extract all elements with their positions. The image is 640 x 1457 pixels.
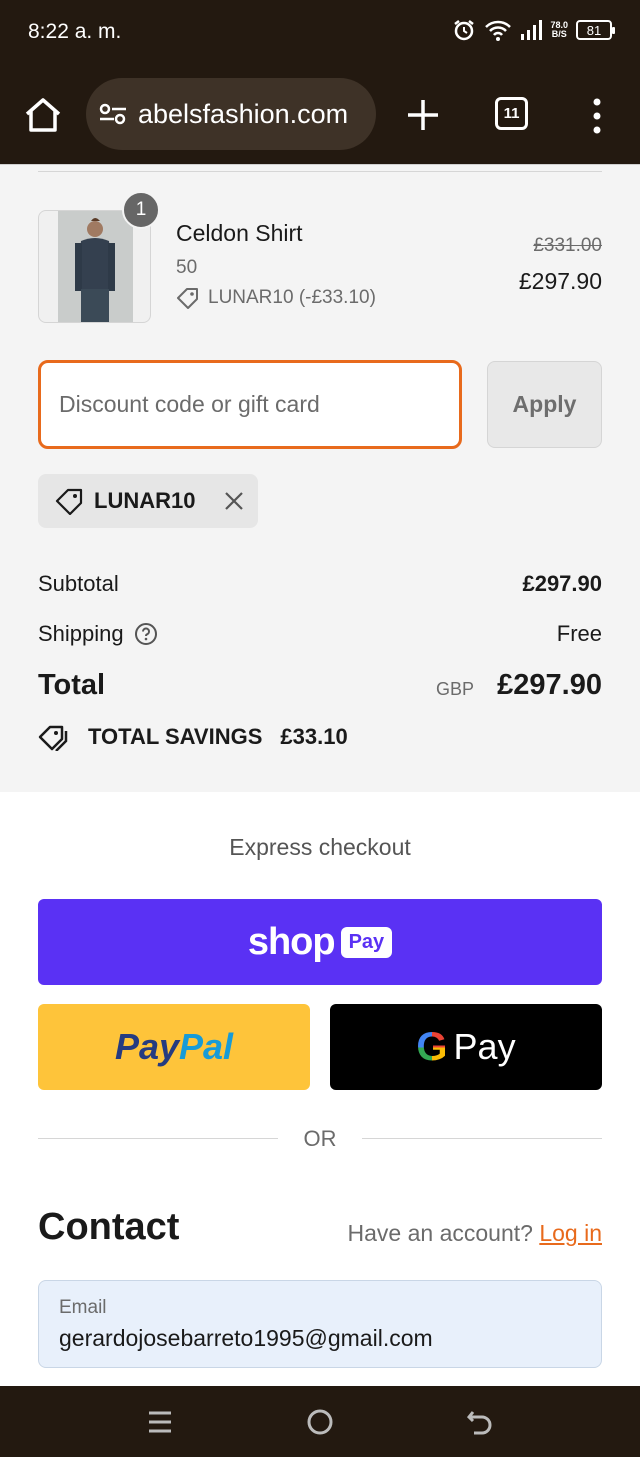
help-icon[interactable] (134, 622, 158, 646)
email-label: Email (59, 1297, 107, 1318)
savings-label: TOTAL SAVINGS (88, 724, 263, 749)
browser-toolbar: abelsfashion.com 11 (0, 66, 640, 164)
applied-code-label: LUNAR10 (94, 488, 196, 513)
url-text[interactable]: abelsfashion.com (138, 99, 348, 130)
system-nav-bar (0, 1386, 640, 1457)
applied-code-chip: LUNAR10 (38, 474, 258, 528)
price-original: £331.00 (533, 235, 602, 256)
battery-level: 81 (586, 22, 602, 38)
account-prompt-text: Have an account? (347, 1220, 533, 1246)
shop-pay-button[interactable]: shop Pay (38, 899, 602, 985)
shop-pay-pay-text: Pay (340, 926, 393, 958)
divider (38, 171, 602, 172)
or-divider: OR (38, 1124, 602, 1152)
email-field[interactable]: Email gerardojosebarreto1995@gmail.com (38, 1280, 602, 1368)
discount-code-input[interactable] (38, 360, 462, 449)
total-savings: TOTAL SAVINGS £33.10 (38, 723, 348, 751)
wifi-icon (485, 20, 512, 41)
product-discount-text: LUNAR10 (-£33.10) (208, 287, 376, 308)
login-link[interactable]: Log in (539, 1220, 602, 1246)
order-summary: 1 Celdon Shirt 50 LUNAR10 (-£33.10) £331… (0, 164, 640, 792)
address-bar[interactable]: abelsfashion.com (86, 78, 376, 150)
total-currency: GBP (435, 679, 474, 699)
shop-pay-logo-text: shop (247, 920, 336, 963)
paypal-logo-part2: Pal (179, 1026, 234, 1067)
quantity-value: 1 (135, 199, 147, 220)
subtotal-label: Subtotal (38, 571, 119, 596)
new-tab-icon[interactable] (404, 96, 442, 134)
email-value[interactable]: gerardojosebarreto1995@gmail.com (59, 1325, 581, 1352)
status-bar: 8:22 a. m. 78.0 B/S 81 (0, 0, 640, 66)
quantity-badge: 1 (122, 191, 160, 229)
total-label: Total (38, 669, 106, 701)
paypal-button[interactable]: Pay Pal (38, 1004, 310, 1090)
shipping-row: Shipping (38, 621, 158, 647)
savings-tag-icon (38, 725, 68, 751)
google-g-icon: G (416, 1024, 448, 1069)
price-final: £297.90 (518, 268, 602, 294)
google-pay-button[interactable]: G Pay (330, 1004, 602, 1090)
nav-home-icon[interactable] (304, 1406, 336, 1438)
account-prompt: Have an account? Log in (348, 1220, 602, 1247)
savings-value: £33.10 (280, 724, 348, 749)
product-discount: LUNAR10 (-£33.10) (176, 287, 376, 309)
more-menu-icon[interactable] (588, 96, 606, 136)
tab-switcher-icon[interactable]: 11 (495, 97, 528, 130)
alarm-icon (454, 20, 475, 41)
site-settings-icon[interactable] (98, 102, 128, 126)
contact-title: Contact (38, 1206, 180, 1248)
product-name: Celdon Shirt (176, 220, 303, 246)
apply-button[interactable]: Apply (487, 361, 602, 448)
shipping-label: Shipping (38, 621, 124, 646)
product-variant: 50 (176, 257, 198, 278)
status-icons: 78.0 B/S 81 (452, 18, 615, 42)
back-icon[interactable] (464, 1406, 496, 1438)
checkout-main: Express checkout shop Pay Pay Pal G Pay O… (0, 792, 640, 1386)
home-icon[interactable] (22, 94, 64, 136)
status-time: 8:22 a. m. (28, 20, 122, 43)
tab-count: 11 (503, 105, 520, 122)
google-pay-text: Pay (453, 1026, 516, 1067)
tag-icon (177, 288, 198, 309)
close-icon[interactable] (223, 490, 245, 512)
battery-icon: 81 (576, 20, 615, 40)
recents-icon[interactable] (144, 1406, 176, 1438)
shipping-value: Free (556, 621, 602, 646)
net-speed: 78.0 B/S (550, 21, 568, 39)
total-value: £297.90 (497, 669, 602, 701)
net-speed-unit: B/S (551, 29, 567, 39)
tag-icon (55, 488, 83, 515)
signal-icon (521, 20, 543, 40)
subtotal-value: £297.90 (522, 571, 602, 596)
or-label: OR (303, 1126, 337, 1151)
express-checkout-title: Express checkout (229, 834, 411, 860)
paypal-logo-part1: Pay (114, 1026, 179, 1067)
